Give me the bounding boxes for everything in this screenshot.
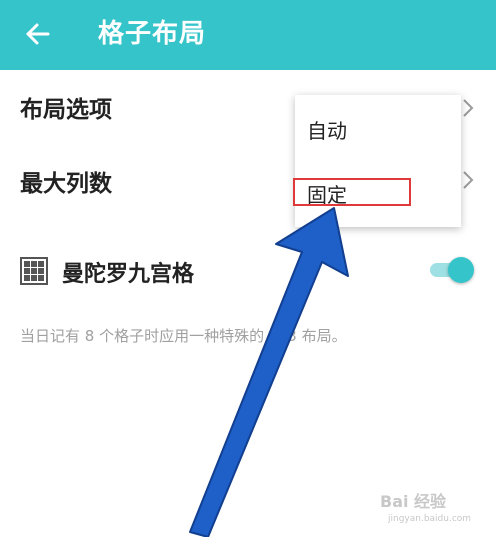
mandala-toggle[interactable] bbox=[428, 256, 474, 284]
max-columns-label: 最大列数 bbox=[20, 171, 112, 197]
layout-option-label: 布局选项 bbox=[20, 97, 112, 123]
mandala-grid-label: 曼陀罗九宫格 bbox=[62, 262, 195, 287]
highlight-box bbox=[293, 178, 411, 206]
watermark-url: jingyan.baidu.com bbox=[388, 514, 472, 524]
arrow-left-icon[interactable] bbox=[20, 16, 56, 52]
watermark-logo: Bai 经验 bbox=[380, 492, 447, 511]
popup-item-auto[interactable]: 自动 bbox=[307, 115, 347, 144]
page-title: 格子布局 bbox=[98, 19, 207, 49]
mandala-description: 当日记有 8 个格子时应用一种特殊的 3x3 布局。 bbox=[20, 327, 347, 345]
app-bar: 格子布局 bbox=[0, 0, 496, 70]
toggle-thumb bbox=[448, 257, 474, 283]
grid-3x3-icon bbox=[20, 257, 48, 285]
layout-options-popup: 自动 固定 bbox=[295, 95, 461, 227]
chevron-right-icon bbox=[463, 99, 474, 117]
chevron-right-icon bbox=[463, 171, 474, 189]
